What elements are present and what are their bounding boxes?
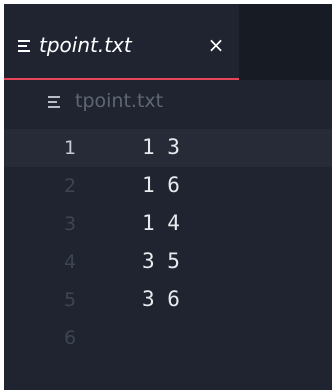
- tab-bar: tpoint.txt ×: [4, 4, 332, 80]
- line-number: 1: [64, 137, 77, 159]
- code-editor[interactable]: 1 1 3 2 1 6 3 1 4 4 3 5 5 3 6 6: [4, 129, 332, 389]
- tab-label: tpoint.txt: [39, 33, 132, 57]
- editor-line[interactable]: 6: [4, 319, 332, 357]
- editor-window: tpoint.txt × tpoint.txt 1 1 3 2 1 6 3 1 …: [4, 4, 332, 390]
- line-number: 4: [64, 251, 77, 273]
- line-text[interactable]: 1 3: [142, 129, 180, 167]
- editor-line[interactable]: 5 3 6: [4, 281, 332, 319]
- line-text[interactable]: 1 6: [142, 167, 180, 205]
- line-number: 5: [64, 289, 77, 311]
- editor-line[interactable]: 4 3 5: [4, 243, 332, 281]
- line-text[interactable]: 3 6: [142, 281, 180, 319]
- tab-tpoint-txt[interactable]: tpoint.txt ×: [4, 4, 239, 80]
- editor-line[interactable]: 3 1 4: [4, 205, 332, 243]
- editor-line[interactable]: 2 1 6: [4, 167, 332, 205]
- text-file-icon: [48, 96, 60, 108]
- line-text[interactable]: 1 4: [142, 205, 180, 243]
- close-icon[interactable]: ×: [204, 32, 228, 58]
- line-text[interactable]: 3 5: [142, 243, 180, 281]
- line-number: 6: [64, 327, 77, 349]
- text-file-icon: [18, 40, 30, 52]
- line-number: 3: [64, 213, 77, 235]
- editor-line[interactable]: 1 1 3: [4, 129, 332, 167]
- breadcrumb-item-file[interactable]: tpoint.txt: [75, 89, 163, 113]
- line-number: 2: [64, 175, 77, 197]
- breadcrumb: tpoint.txt: [4, 84, 332, 118]
